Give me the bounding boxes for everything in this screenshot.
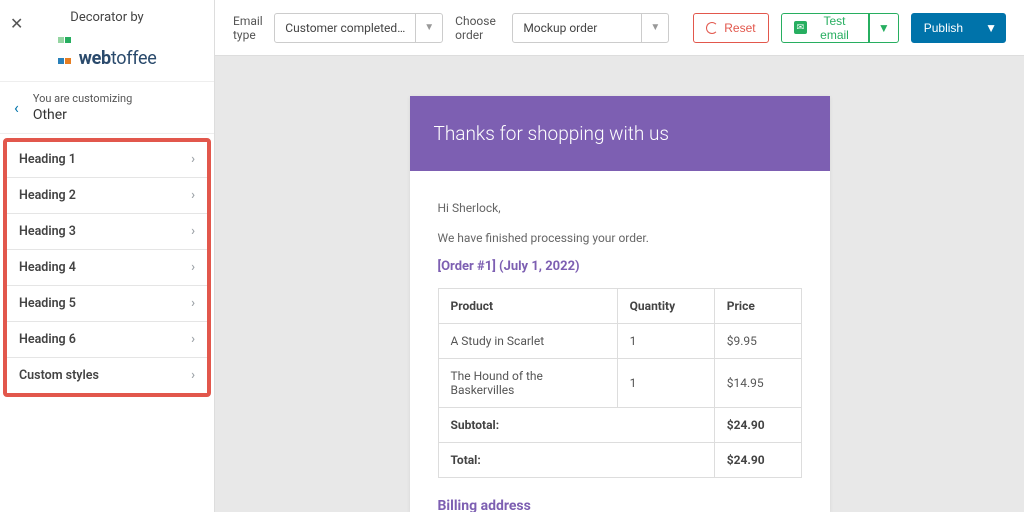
choose-order-value: Mockup order [513,21,641,35]
order-reference: [Order #1] (July 1, 2022) [438,259,802,274]
settings-menu: Heading 1 › Heading 2 › Heading 3 › Head… [3,138,211,397]
menu-item-heading-5[interactable]: Heading 5 › [7,286,207,322]
menu-item-label: Heading 3 [19,224,76,239]
subtotal-value: $24.90 [714,408,801,443]
customizer-sidebar: ✕ Decorator by webtoffee ‹ You are custo… [0,0,215,512]
email-type-label: Email type [233,14,268,42]
menu-item-heading-6[interactable]: Heading 6 › [7,322,207,358]
email-type-field: Email type Customer completed or… ▼ [233,13,443,43]
publish-label: Publish [924,21,963,35]
menu-item-label: Heading 1 [19,152,76,167]
sidebar-header: ✕ Decorator by webtoffee [0,0,214,82]
email-intro: We have finished processing your order. [438,229,802,247]
menu-item-label: Heading 4 [19,260,76,275]
col-qty: Quantity [617,289,714,324]
section-title: Other [33,107,132,123]
total-label: Total: [438,443,714,478]
test-email-button[interactable]: ✉ Test email [781,13,869,43]
email-preview: Thanks for shopping with us Hi Sherlock,… [410,96,830,512]
cell-qty: 1 [617,359,714,408]
menu-item-label: Custom styles [19,368,99,383]
test-email-dropdown[interactable]: ▼ [869,13,899,43]
billing-heading: Billing address [438,498,802,512]
menu-item-label: Heading 2 [19,188,76,203]
chevron-right-icon: › [191,224,195,239]
brand-logo-icon [58,27,72,69]
email-preview-wrap: Thanks for shopping with us Hi Sherlock,… [215,56,1024,512]
chevron-down-icon[interactable]: ▼ [415,14,442,42]
menu-item-custom-styles[interactable]: Custom styles › [7,358,207,393]
back-button[interactable]: ‹ [6,92,27,123]
customize-breadcrumb: ‹ You are customizing Other [0,82,214,134]
reset-label: Reset [724,21,755,35]
topbar: Email type Customer completed or… ▼ Choo… [215,0,1024,56]
table-row: A Study in Scarlet 1 $9.95 [438,324,801,359]
col-product: Product [438,289,617,324]
close-customizer-button[interactable]: ✕ [10,14,23,33]
choose-order-label: Choose order [455,14,506,42]
email-type-select[interactable]: Customer completed or… ▼ [274,13,443,43]
menu-item-label: Heading 6 [19,332,76,347]
customize-label: You are customizing [33,92,132,105]
menu-item-heading-2[interactable]: Heading 2 › [7,178,207,214]
reset-button[interactable]: Reset [693,13,768,43]
cell-product: The Hound of the Baskervilles [438,359,617,408]
table-row: The Hound of the Baskervilles 1 $14.95 [438,359,801,408]
chevron-right-icon: › [191,296,195,311]
order-table: Product Quantity Price A Study in Scarle… [438,288,802,478]
total-value: $24.90 [714,443,801,478]
menu-item-heading-4[interactable]: Heading 4 › [7,250,207,286]
chevron-right-icon: › [191,152,195,167]
email-greeting: Hi Sherlock, [438,199,802,217]
choose-order-select[interactable]: Mockup order ▼ [512,13,669,43]
cell-product: A Study in Scarlet [438,324,617,359]
chevron-down-icon[interactable]: ▼ [641,14,668,42]
mail-icon: ✉ [794,21,808,34]
main-area: Email type Customer completed or… ▼ Choo… [215,0,1024,512]
menu-item-label: Heading 5 [19,296,76,311]
publish-group: Publish ▼ [911,13,1006,43]
menu-item-heading-1[interactable]: Heading 1 › [7,142,207,178]
test-email-group: ✉ Test email ▼ [781,13,899,43]
cell-price: $14.95 [714,359,801,408]
email-type-value: Customer completed or… [275,21,415,35]
choose-order-field: Choose order Mockup order ▼ [455,13,669,43]
brand-tagline: Decorator by [8,10,206,25]
test-email-label: Test email [813,14,856,42]
menu-item-heading-3[interactable]: Heading 3 › [7,214,207,250]
brand-logo: webtoffee [8,27,206,69]
cell-qty: 1 [617,324,714,359]
publish-button[interactable]: Publish [911,13,976,43]
col-price: Price [714,289,801,324]
email-heading: Thanks for shopping with us [410,96,830,171]
email-body: Hi Sherlock, We have finished processing… [410,171,830,512]
chevron-right-icon: › [191,188,195,203]
reset-icon [706,22,718,34]
chevron-right-icon: › [191,260,195,275]
chevron-right-icon: › [191,332,195,347]
publish-dropdown[interactable]: ▼ [976,13,1006,43]
chevron-right-icon: › [191,368,195,383]
subtotal-label: Subtotal: [438,408,714,443]
cell-price: $9.95 [714,324,801,359]
